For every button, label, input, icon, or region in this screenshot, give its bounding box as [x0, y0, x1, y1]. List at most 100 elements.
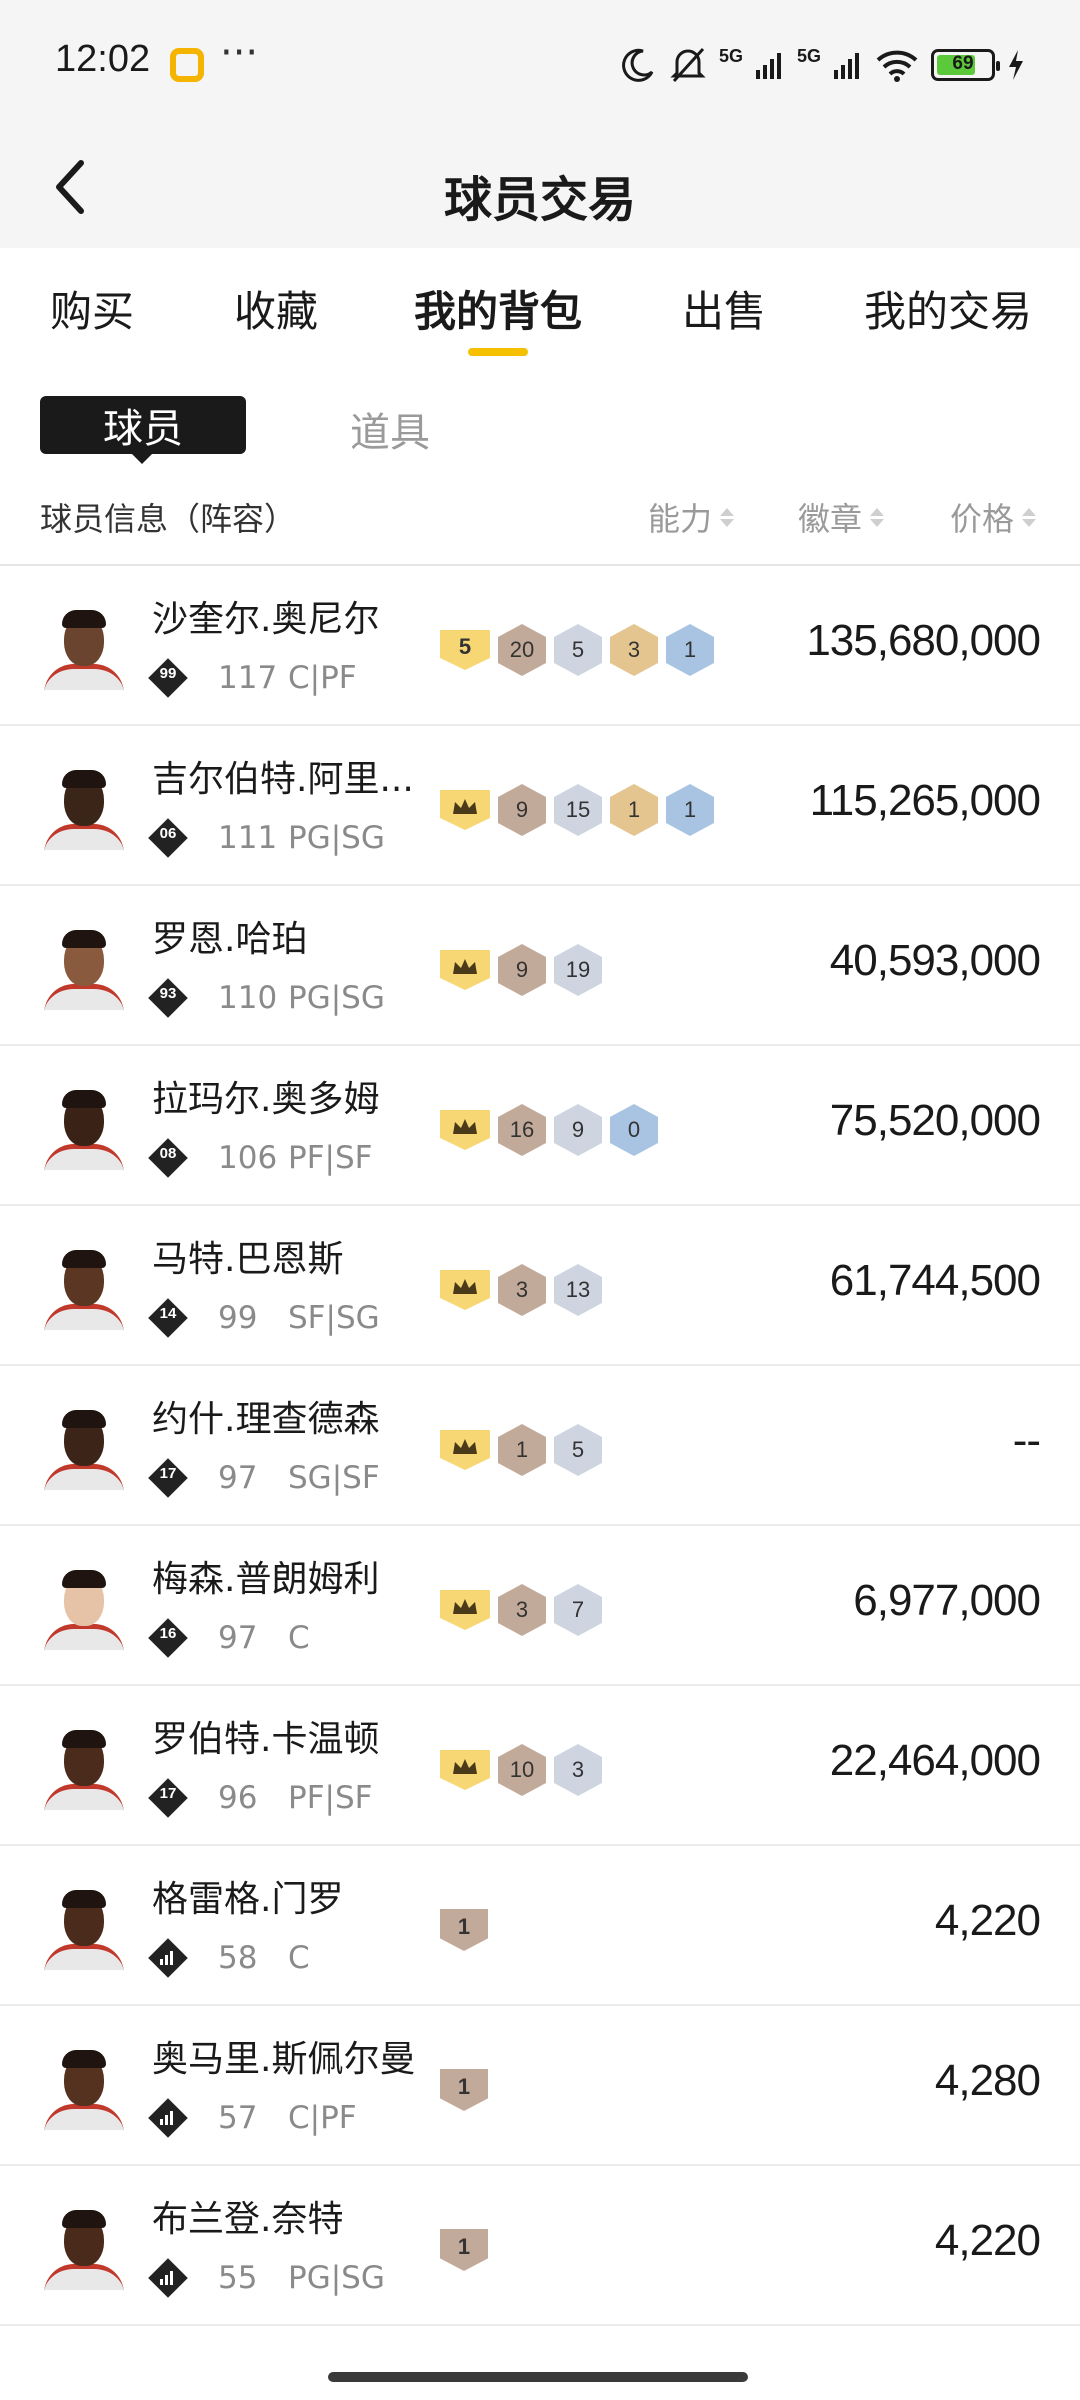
home-indicator[interactable]: [328, 2372, 748, 2382]
badge-group: 16 9 0: [440, 1104, 658, 1156]
sort-by-price[interactable]: 价格: [950, 494, 1037, 540]
player-name: 马特.巴恩斯: [152, 1239, 344, 1280]
crown-icon: [453, 1439, 477, 1454]
sort-icon: [870, 507, 885, 527]
player-name: 罗恩.哈珀: [152, 919, 308, 960]
silver-badge-count: 19: [554, 944, 602, 996]
silver-badge-count: 5: [554, 1424, 602, 1476]
blue-badge-count: 0: [610, 1104, 658, 1156]
player-ovr: 97: [218, 1460, 258, 1496]
player-level: 99: [159, 665, 177, 682]
network-1-label: 5G: [718, 45, 743, 66]
crown-rank-icon: [440, 1430, 490, 1470]
player-ovr: 110: [218, 980, 278, 1016]
blue-badge-count: 1: [666, 624, 714, 676]
player-row[interactable]: 格雷格.门罗 58 C 1 4,220: [0, 1846, 1080, 2006]
player-row[interactable]: 拉玛尔.奥多姆 08 106 PF|SF 16 9 0 75,520,000: [0, 1046, 1080, 1206]
player-level: 17: [159, 1465, 177, 1482]
tier-badge: 1: [440, 1909, 488, 1951]
player-price: 4,280: [934, 2056, 1041, 2105]
player-price: 22,464,000: [829, 1736, 1041, 1785]
player-row[interactable]: 罗恩.哈珀 93 110 PG|SG 9 19 40,593,000: [0, 886, 1080, 1046]
status-bar: 12:02 ··· 5G 5G 69: [0, 0, 1080, 130]
tab-favorites[interactable]: 收藏: [234, 278, 318, 339]
player-level: 08: [159, 1145, 177, 1162]
badge-group: 1: [440, 1904, 488, 1956]
silver-badge-count: 13: [554, 1264, 602, 1316]
player-price: 40,593,000: [829, 936, 1041, 985]
column-ability-label: 能力: [648, 500, 713, 538]
crown-rank-icon: [440, 1750, 490, 1790]
player-row[interactable]: 沙奎尔.奥尼尔 99 117 C|PF 5 20 5 3 1 135,680,000: [0, 566, 1080, 726]
player-name: 格雷格.门罗: [152, 1879, 344, 1920]
player-ovr: 99: [218, 1300, 258, 1336]
subtab-pointer: [130, 452, 154, 464]
sort-icon: [1022, 507, 1037, 527]
subtab-props[interactable]: 道具: [350, 400, 430, 458]
bronze-badge-count: 3: [498, 1264, 546, 1316]
silver-badge-count: 5: [554, 624, 602, 676]
player-position: C: [288, 1940, 310, 1976]
player-avatar: [40, 762, 128, 850]
player-ovr: 97: [218, 1620, 258, 1656]
bronze-badge-count: 20: [498, 624, 546, 676]
subtab-players[interactable]: 球员: [40, 396, 246, 454]
player-level: 93: [159, 985, 177, 1002]
crown-icon: [453, 1119, 477, 1134]
badge-group: 1: [440, 2064, 488, 2116]
player-price: 75,520,000: [829, 1096, 1041, 1145]
crown-icon: [453, 959, 477, 974]
player-row[interactable]: 布兰登.奈特 55 PG|SG 1 4,220: [0, 2166, 1080, 2326]
player-row[interactable]: 罗伯特.卡温顿 17 96 PF|SF 10 3 22,464,000: [0, 1686, 1080, 1846]
player-position: PF|SF: [288, 1140, 373, 1176]
silver-badge-count: 3: [554, 1744, 602, 1796]
player-position: C: [288, 1620, 310, 1656]
player-level: 06: [159, 825, 177, 842]
player-level: 14: [159, 1305, 177, 1322]
column-player-info: 球员信息（阵容）: [40, 500, 297, 538]
player-position: PF|SF: [288, 1780, 373, 1816]
player-name: 罗伯特.卡温顿: [152, 1719, 380, 1760]
player-price: 4,220: [934, 2216, 1041, 2265]
badge-group: 9 19: [440, 944, 602, 996]
player-avatar: [40, 602, 128, 690]
player-avatar: [40, 1402, 128, 1490]
bronze-badge-count: 10: [498, 1744, 546, 1796]
mute-bell-icon: [670, 47, 706, 83]
battery-level: 69: [952, 53, 974, 74]
sort-icon: [720, 507, 735, 527]
player-price: 61,744,500: [829, 1256, 1041, 1305]
sort-by-badge[interactable]: 徽章: [798, 494, 885, 540]
page-header: 球员交易: [0, 130, 1080, 248]
player-ovr: 117: [218, 660, 278, 696]
player-row[interactable]: 约什.理查德森 17 97 SG|SF 1 5 --: [0, 1366, 1080, 1526]
tab-my-trades[interactable]: 我的交易: [864, 278, 1032, 339]
gold-badge-count: 1: [610, 784, 658, 836]
sort-by-ability[interactable]: 能力: [648, 494, 735, 540]
player-position: SG|SF: [288, 1460, 380, 1496]
player-price: 115,265,000: [809, 776, 1041, 825]
tab-sell[interactable]: 出售: [682, 278, 766, 339]
signal-icon: [755, 53, 781, 79]
column-badge-label: 徽章: [798, 500, 863, 538]
player-row[interactable]: 马特.巴恩斯 14 99 SF|SG 3 13 61,744,500: [0, 1206, 1080, 1366]
tier-badge: 1: [440, 2069, 488, 2111]
player-avatar: [40, 1082, 128, 1170]
crown-rank-icon: [440, 950, 490, 990]
active-tab-indicator: [468, 348, 528, 356]
player-price: 135,680,000: [806, 616, 1041, 665]
tab-buy[interactable]: 购买: [50, 278, 134, 339]
player-row[interactable]: 吉尔伯特.阿里... 06 111 PG|SG 9 15 1 1 115,265,000: [0, 726, 1080, 886]
tab-my-backpack[interactable]: 我的背包: [414, 278, 582, 339]
page-title: 球员交易: [443, 172, 636, 228]
rank-badge: 5: [440, 630, 490, 670]
player-row[interactable]: 梅森.普朗姆利 16 97 C 3 7 6,977,000: [0, 1526, 1080, 1686]
player-name: 奥马里.斯佩尔曼: [152, 2039, 416, 2080]
bronze-badge-count: 3: [498, 1584, 546, 1636]
player-position: C|PF: [288, 2100, 357, 2136]
player-row[interactable]: 奥马里.斯佩尔曼 57 C|PF 1 4,280: [0, 2006, 1080, 2166]
crown-rank-icon: [440, 1110, 490, 1150]
crown-rank-icon: [440, 1590, 490, 1630]
charging-icon: [1009, 50, 1023, 80]
bronze-badge-count: 9: [498, 784, 546, 836]
